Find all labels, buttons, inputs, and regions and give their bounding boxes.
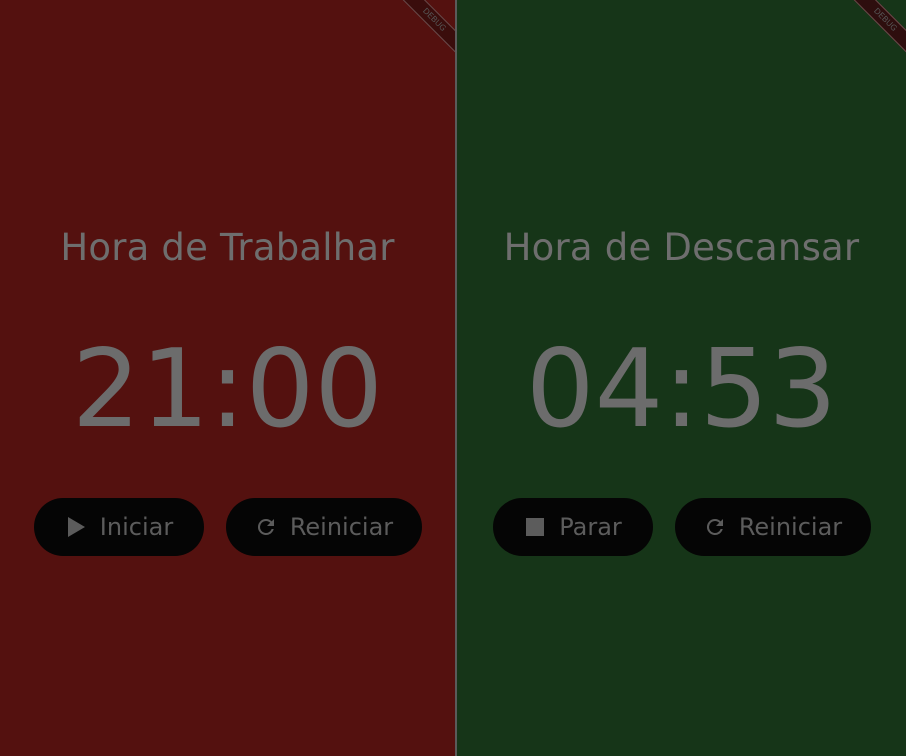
work-timer: 21:00 bbox=[71, 327, 384, 452]
work-controls: Iniciar Reiniciar bbox=[33, 498, 422, 556]
work-reset-label: Reiniciar bbox=[289, 513, 394, 541]
refresh-icon bbox=[254, 515, 278, 539]
rest-reset-button[interactable]: Reiniciar bbox=[674, 498, 871, 556]
debug-banner: DEBUG bbox=[836, 0, 906, 70]
stop-button[interactable]: Parar bbox=[492, 498, 653, 556]
work-reset-button[interactable]: Reiniciar bbox=[225, 498, 422, 556]
rest-reset-label: Reiniciar bbox=[738, 513, 843, 541]
debug-banner-label: DEBUG bbox=[396, 0, 455, 58]
rest-title: Hora de Descansar bbox=[503, 226, 860, 269]
start-button-label: Iniciar bbox=[99, 513, 174, 541]
debug-banner-label: DEBUG bbox=[847, 0, 906, 58]
rest-panel: DEBUG Hora de Descansar 04:53 Parar Rein… bbox=[457, 0, 906, 756]
debug-banner: DEBUG bbox=[385, 0, 455, 70]
play-icon bbox=[64, 515, 88, 539]
stop-icon bbox=[523, 515, 547, 539]
rest-timer: 04:53 bbox=[525, 327, 838, 452]
rest-controls: Parar Reiniciar bbox=[492, 498, 871, 556]
start-button[interactable]: Iniciar bbox=[33, 498, 204, 556]
work-panel: DEBUG Hora de Trabalhar 21:00 Iniciar Re… bbox=[0, 0, 455, 756]
app-window: DEBUG Hora de Trabalhar 21:00 Iniciar Re… bbox=[0, 0, 906, 756]
refresh-icon bbox=[703, 515, 727, 539]
stop-button-label: Parar bbox=[559, 513, 622, 541]
work-title: Hora de Trabalhar bbox=[60, 226, 395, 269]
